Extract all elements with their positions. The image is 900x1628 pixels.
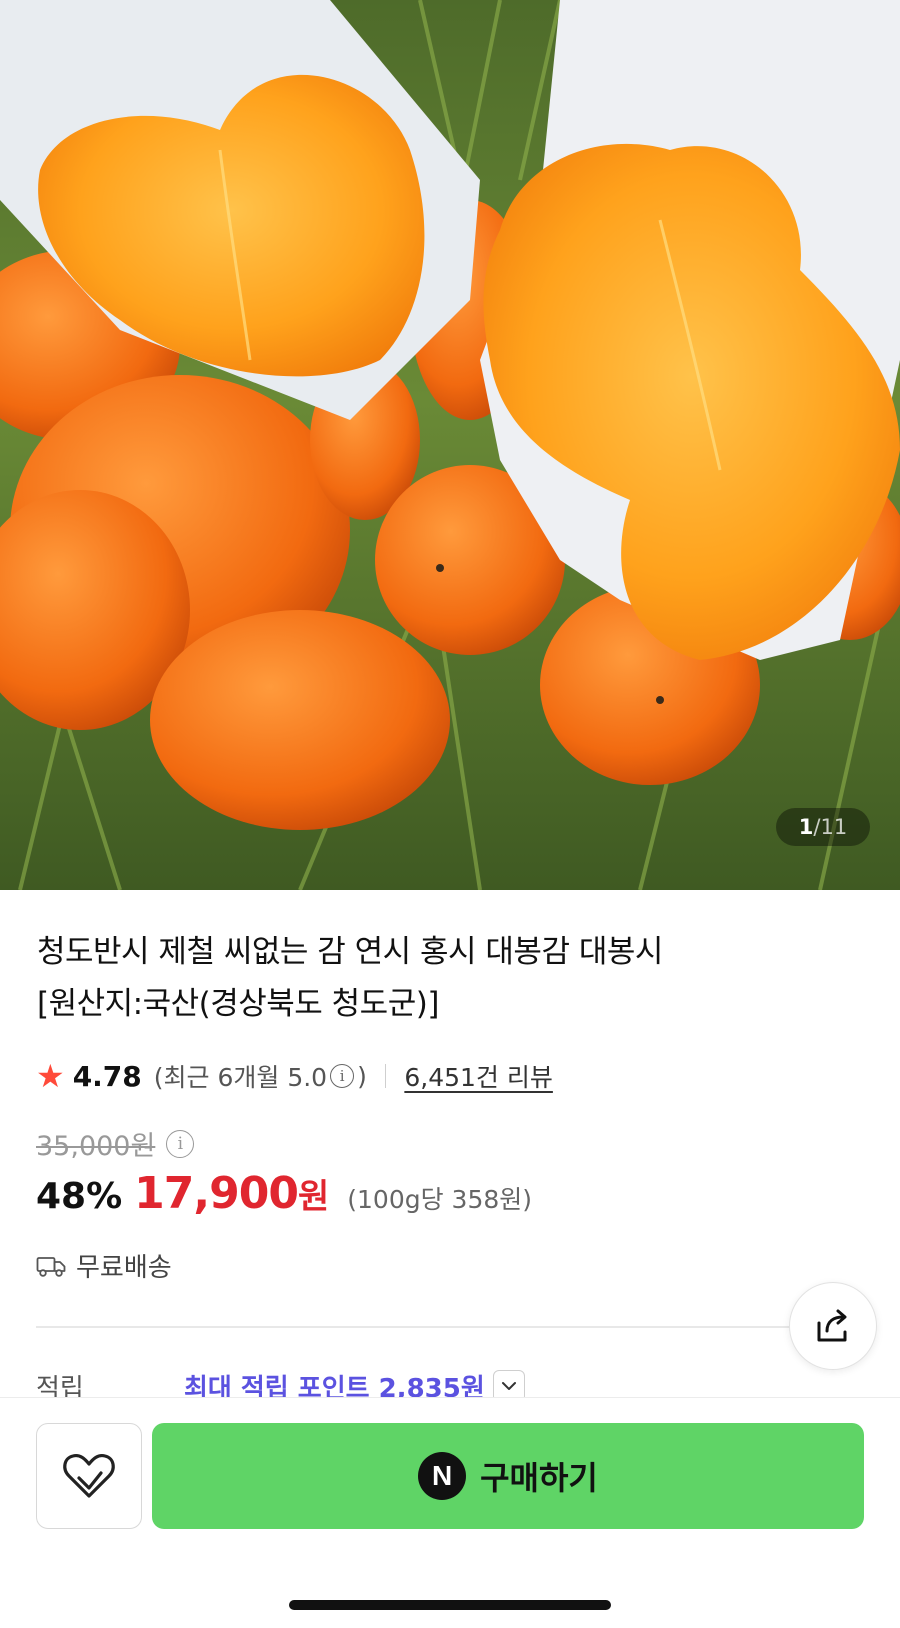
rating-row: ★ 4.78 (최근 6개월 5.0 i ) 6,451건 리뷰 [36, 1054, 553, 1098]
image-counter: 1/11 [776, 808, 870, 846]
recent-rating-close: ) [357, 1061, 367, 1091]
buy-button-label: 구매하기 [480, 1459, 598, 1497]
product-image [0, 0, 900, 890]
sale-price: 17,900 [134, 1168, 299, 1219]
chevron-down-icon [501, 1382, 516, 1390]
heart-icon [63, 1453, 115, 1498]
recent-rating-text: (최근 6개월 5.0 [153, 1063, 328, 1092]
wishlist-button[interactable] [36, 1423, 142, 1529]
bottom-action-bar: N 구매하기 [0, 1397, 900, 1628]
sale-price-row: 48% 17,900 원 (100g당 358원) [36, 1168, 532, 1228]
product-image-carousel[interactable]: 1/11 [0, 0, 900, 890]
info-icon[interactable]: i [330, 1064, 355, 1088]
sale-price-currency: 원 [297, 1177, 330, 1217]
share-button[interactable] [789, 1282, 877, 1370]
shipping-label: 무료배송 [76, 1253, 172, 1283]
review-count-link[interactable]: 6,451건 리뷰 [404, 1058, 553, 1094]
share-icon [817, 1309, 847, 1342]
divider [384, 1064, 387, 1088]
rating-score: 4.78 [72, 1059, 142, 1093]
buy-button[interactable]: N 구매하기 [152, 1423, 864, 1529]
original-price: 35,000원 [36, 1131, 156, 1162]
unit-price: (100g당 358원) [347, 1185, 533, 1214]
image-counter-current: 1 [798, 815, 814, 839]
home-indicator[interactable] [289, 1600, 611, 1610]
discount-rate: 48% [36, 1176, 123, 1217]
price-info-icon[interactable]: i [166, 1129, 195, 1158]
product-title: 청도반시 제철 씨없는 감 연시 홍시 대봉감 대봉시 [원산지:국산(경상북도… [37, 926, 837, 1030]
product-title-line1: 청도반시 제철 씨없는 감 연시 홍시 대봉감 대봉시 [37, 934, 663, 970]
npay-icon: N [418, 1452, 467, 1500]
section-divider [36, 1326, 796, 1328]
product-page: 1/11 청도반시 제철 씨없는 감 연시 홍시 대봉감 대봉시 [원산지:국산… [0, 0, 900, 1628]
original-price-row: 35,000원 i [36, 1124, 197, 1163]
product-title-line2: [원산지:국산(경상북도 청도군)] [37, 986, 439, 1022]
truck-icon [36, 1256, 66, 1277]
image-counter-total: 11 [820, 815, 848, 839]
star-icon: ★ [36, 1057, 65, 1095]
shipping-row: 무료배송 [36, 1247, 172, 1284]
